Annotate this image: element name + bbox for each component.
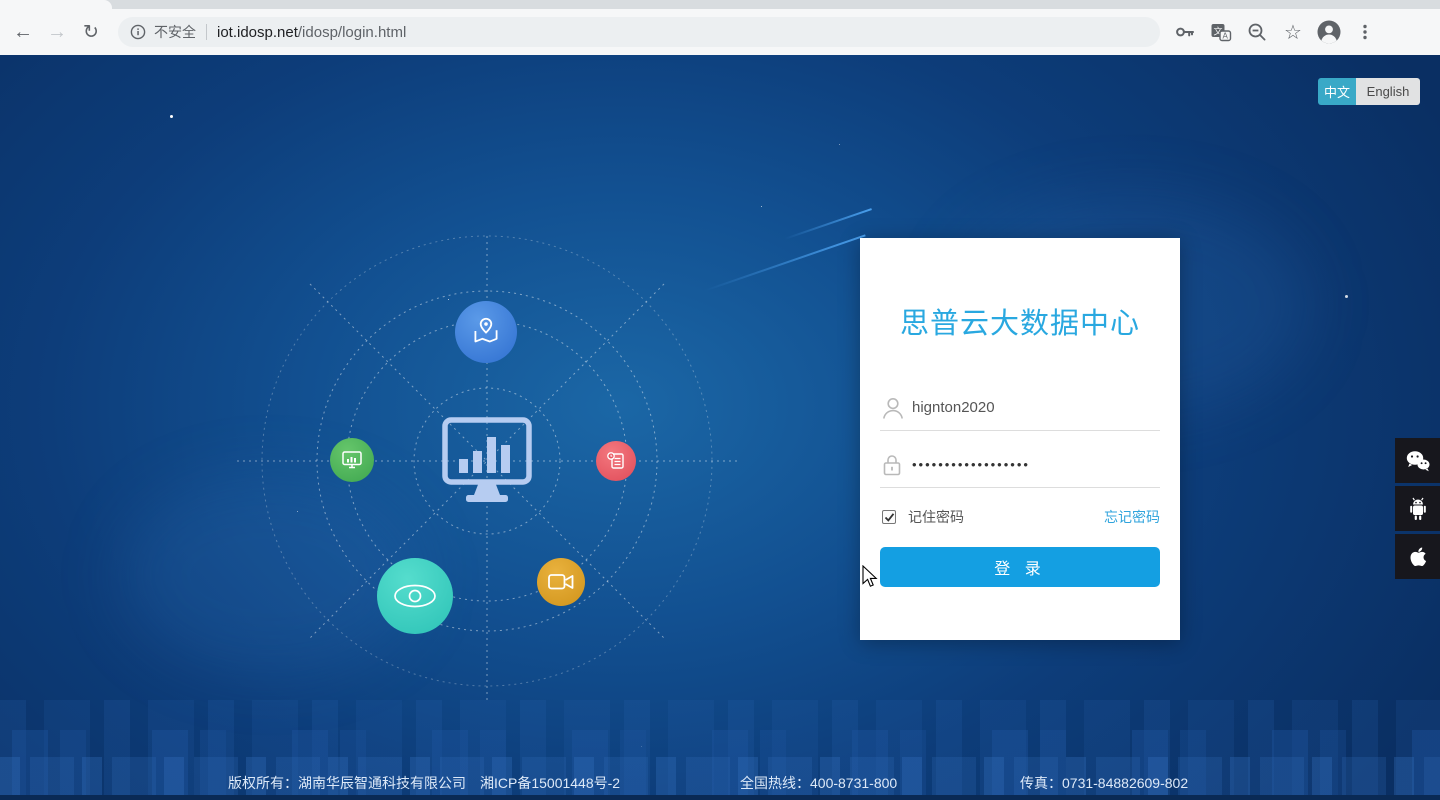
forward-icon: → — [47, 20, 67, 43]
active-tab[interactable] — [0, 0, 112, 9]
lang-chinese-button[interactable]: 中文 — [1318, 78, 1356, 105]
info-icon[interactable] — [130, 24, 146, 40]
wechat-icon — [1406, 450, 1429, 471]
apple-icon — [1410, 546, 1426, 566]
address-bar[interactable]: 不安全 iot.idosp.net /idosp/login.html — [118, 17, 1160, 47]
video-node — [537, 558, 585, 606]
translate-icon[interactable]: 文 A — [1206, 17, 1236, 47]
security-label: 不安全 — [154, 24, 196, 40]
browser-toolbar: ← → ↻ 不安全 iot.idosp.net /idosp/login.htm… — [0, 9, 1440, 55]
remember-label[interactable]: 记住密码 — [908, 507, 964, 527]
mini-monitor-icon — [342, 451, 362, 469]
username-row — [880, 385, 1160, 431]
city-skyline — [0, 700, 1440, 795]
bookmark-star-icon[interactable]: ☆ — [1278, 17, 1308, 47]
username-input[interactable] — [912, 399, 1160, 416]
back-button[interactable]: ← — [6, 15, 40, 49]
light-streak — [784, 208, 872, 240]
password-key-icon[interactable] — [1170, 17, 1200, 47]
password-input[interactable] — [912, 457, 1160, 472]
footer-copyright: 版权所有：湖南华辰智通科技有限公司 湘ICP备15001448号-2 — [228, 775, 621, 791]
android-icon — [1409, 497, 1426, 520]
url-host: iot.idosp.net — [217, 23, 298, 41]
monitor-node — [330, 438, 374, 482]
lock-icon — [880, 452, 912, 478]
eye-icon — [394, 584, 436, 608]
gis-map-node — [455, 301, 517, 363]
page-title: 思普云大数据中心 — [899, 308, 1140, 340]
map-pin-icon — [474, 317, 498, 343]
zoom-out-icon[interactable] — [1242, 17, 1272, 47]
reload-icon: ↻ — [83, 21, 99, 43]
omnibox-divider — [206, 24, 207, 40]
report-document-icon — [607, 452, 624, 469]
login-card: 思普云大数据中心 hignton2020 •••••••••••••••••• … — [860, 238, 1180, 640]
tab-strip — [0, 0, 1440, 9]
monitoring-eye-node — [377, 558, 453, 634]
menu-dots-icon[interactable] — [1350, 17, 1380, 47]
social-sidebar — [1395, 438, 1440, 582]
android-button[interactable] — [1395, 486, 1440, 531]
browser-chrome: ← → ↻ 不安全 iot.idosp.net /idosp/login.htm… — [0, 0, 1440, 55]
login-button[interactable]: 登 录 — [880, 547, 1160, 587]
footer-strip — [0, 795, 1440, 800]
remember-checkbox[interactable] — [882, 510, 896, 524]
user-icon — [880, 395, 912, 421]
toolbar-right: 文 A ☆ — [1170, 17, 1380, 47]
translate-a-glyph: A — [1223, 31, 1229, 40]
options-row: 记住密码 忘记密码 — [880, 500, 1160, 534]
login-form: 记住密码 忘记密码 登 录 — [860, 385, 1180, 587]
profile-avatar[interactable] — [1314, 17, 1344, 47]
footer-fax: 传真：0731-84882609-802 — [1020, 775, 1189, 791]
apple-button[interactable] — [1395, 534, 1440, 579]
report-node — [596, 441, 636, 481]
login-page: 中文 English 思普云大数据中心 hignton2020 ••••••••… — [0, 55, 1440, 800]
check-icon — [884, 512, 894, 522]
forgot-password-link[interactable]: 忘记密码 — [1104, 507, 1160, 527]
wechat-button[interactable] — [1395, 438, 1440, 483]
video-camera-icon — [548, 574, 574, 590]
url-path: /idosp/login.html — [297, 23, 407, 41]
footer-hotline: 全国热线：400-8731-800 — [740, 775, 898, 791]
reload-button[interactable]: ↻ — [74, 15, 108, 49]
mouse-cursor — [862, 565, 878, 587]
language-toggle: 中文 English — [1318, 78, 1420, 105]
forward-button[interactable]: → — [40, 15, 74, 49]
back-icon: ← — [13, 20, 33, 43]
dashboard-monitor-icon — [442, 417, 532, 502]
password-row — [880, 442, 1160, 488]
lang-english-button[interactable]: English — [1356, 78, 1420, 105]
